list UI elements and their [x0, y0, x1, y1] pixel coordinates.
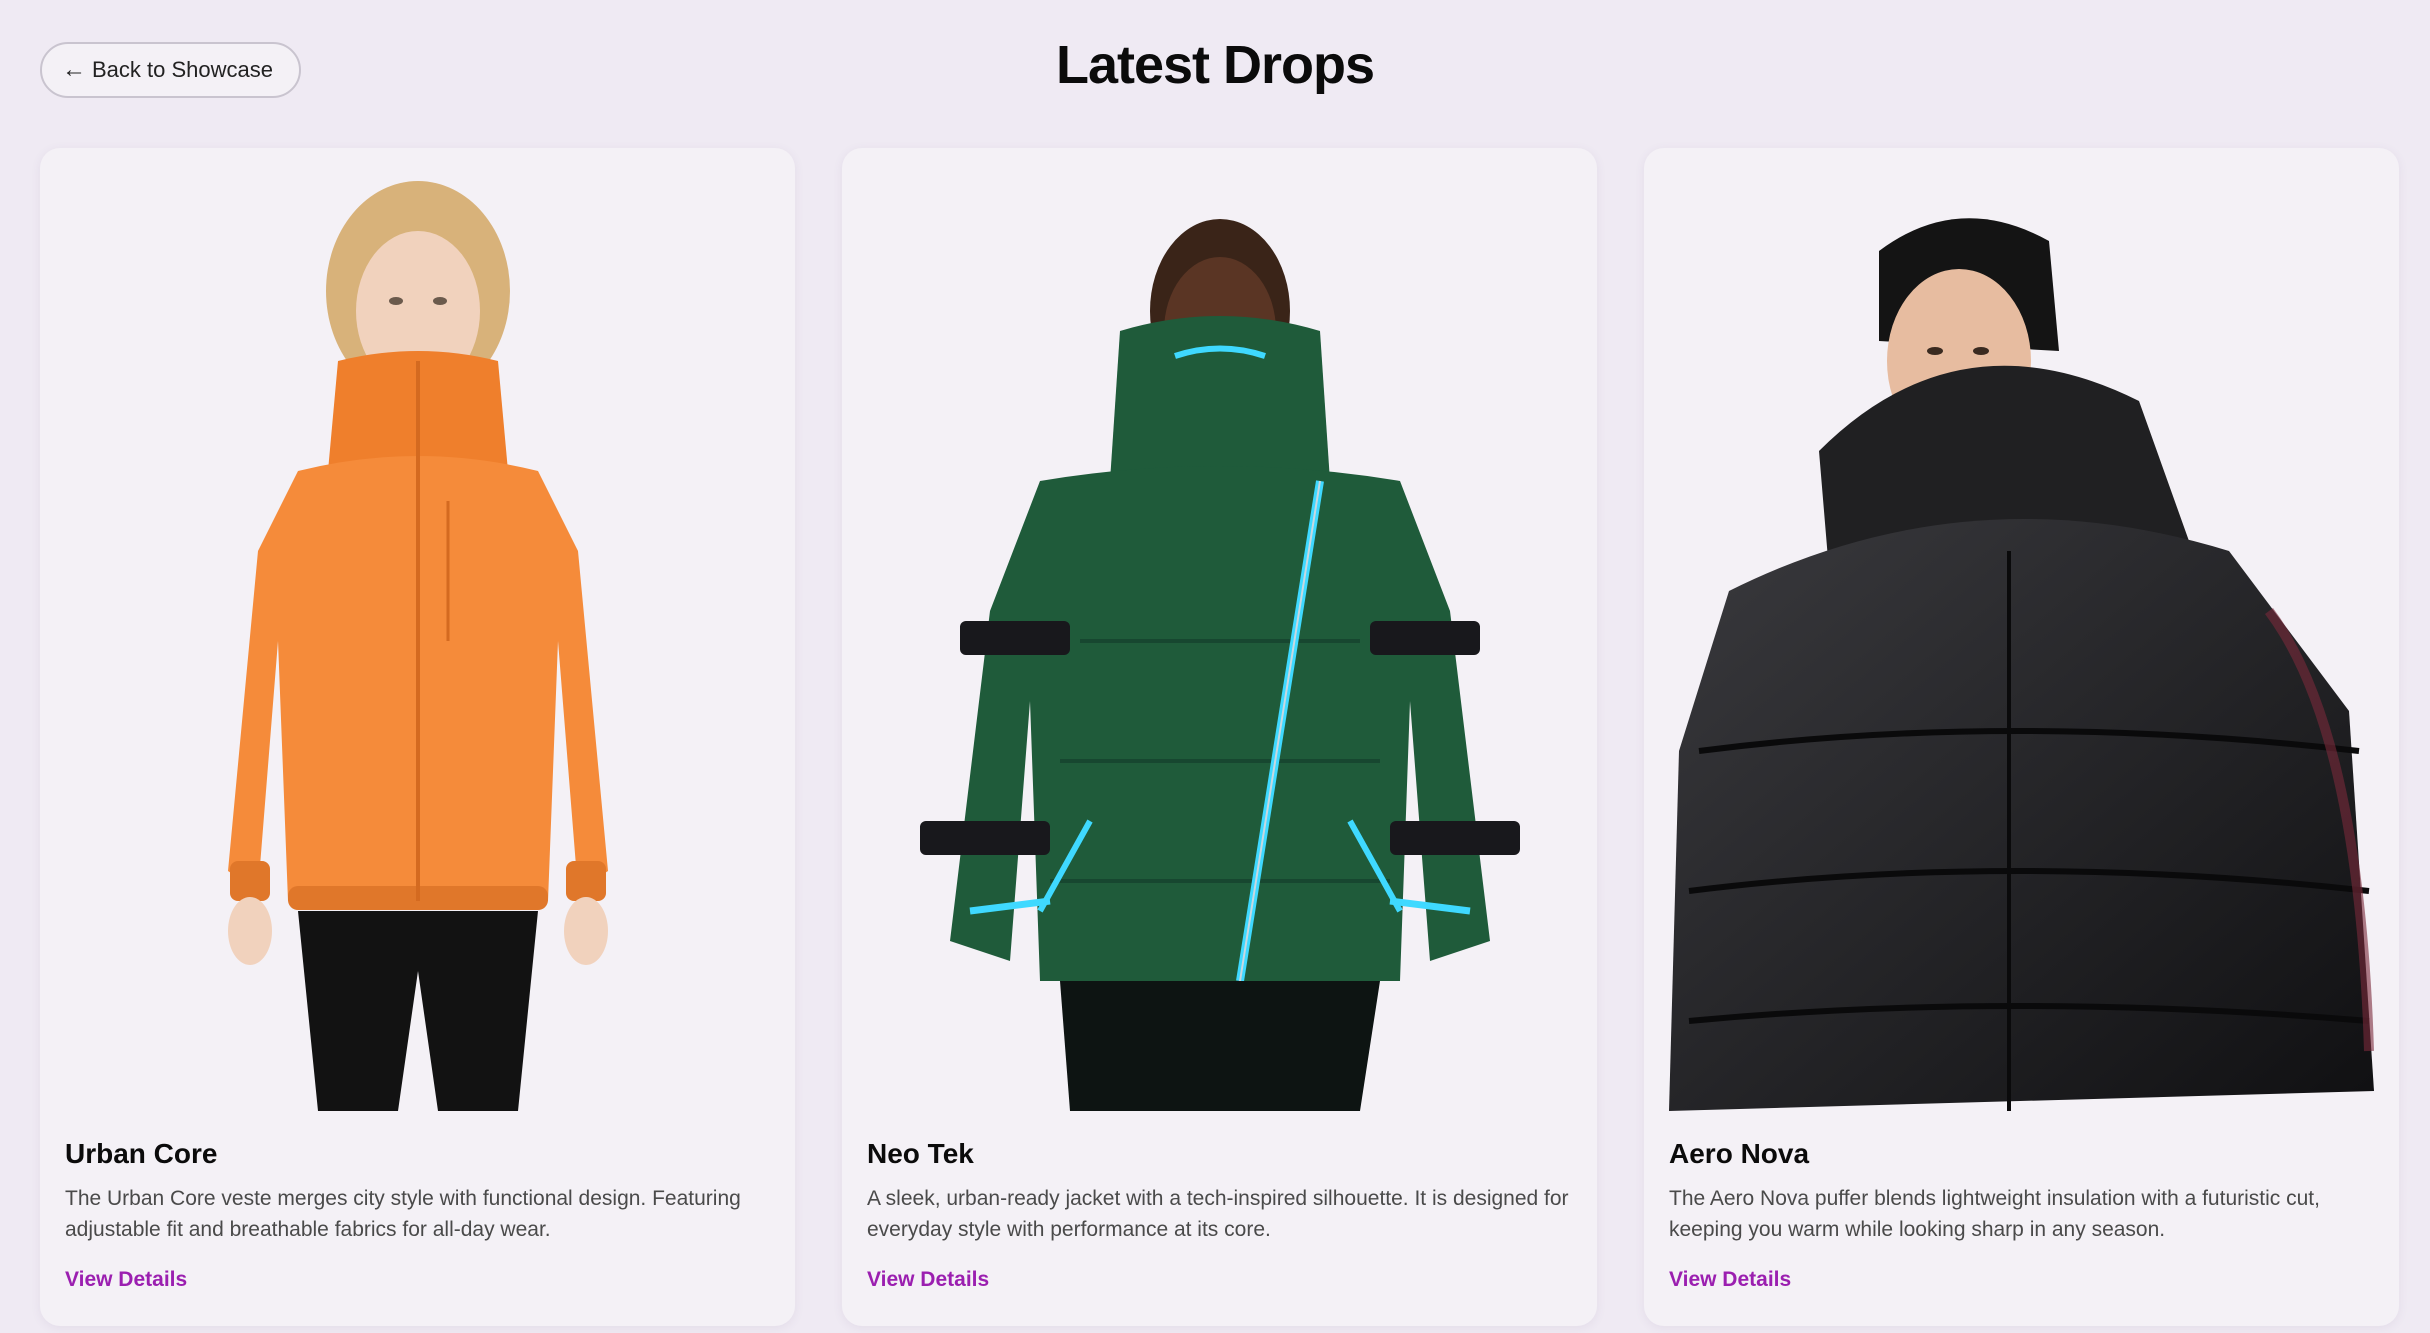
jacket-illustration-orange [227, 181, 608, 1111]
product-grid: Urban Core The Urban Core veste merges c… [40, 148, 2399, 1326]
product-card: Neo Tek A sleek, urban-ready jacket with… [842, 148, 1597, 1326]
jacket-illustration-green [919, 219, 1520, 1111]
jacket-illustration-black [1669, 218, 2374, 1111]
product-description: The Urban Core veste merges city style w… [65, 1187, 741, 1241]
product-description: The Aero Nova puffer blends lightweight … [1669, 1187, 2320, 1241]
page: ← Back to Showcase Latest Drops Urban Co… [0, 0, 2430, 1333]
product-card: Urban Core The Urban Core veste merges c… [40, 148, 795, 1326]
product-image-neo-tek[interactable] [867, 148, 1572, 1111]
view-details-link[interactable]: View Details [1669, 1268, 1791, 1292]
product-name: Urban Core [65, 1138, 218, 1169]
product-description: A sleek, urban-ready jacket with a tech-… [867, 1187, 1569, 1241]
view-details-link[interactable]: View Details [867, 1268, 989, 1292]
view-details-link[interactable]: View Details [65, 1268, 187, 1292]
product-name: Neo Tek [867, 1138, 974, 1169]
product-card: Aero Nova The Aero Nova puffer blends li… [1644, 148, 2399, 1326]
product-image-urban-core[interactable] [65, 148, 770, 1111]
page-title: Latest Drops [1055, 35, 1375, 95]
product-name: Aero Nova [1669, 1138, 1810, 1169]
product-image-aero-nova[interactable] [1669, 148, 2374, 1111]
